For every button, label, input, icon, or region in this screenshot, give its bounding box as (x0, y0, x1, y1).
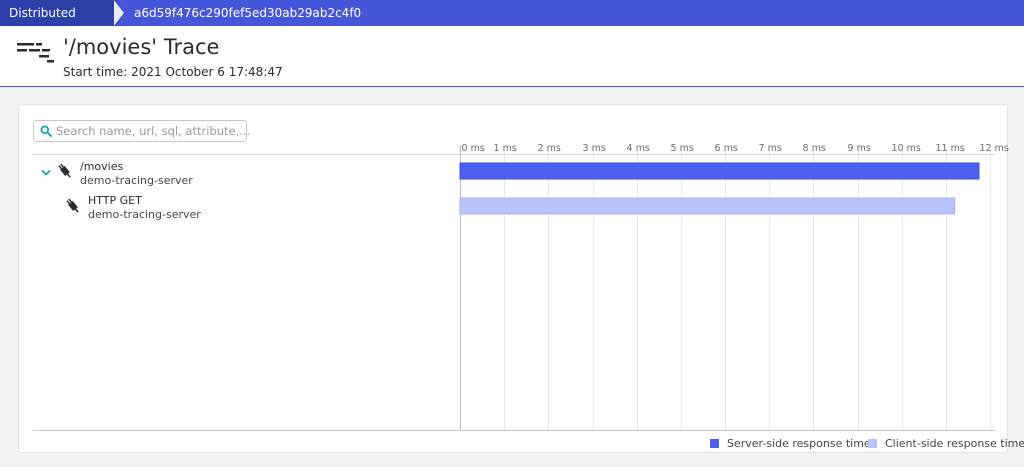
tick-label: 5 ms (671, 143, 694, 154)
tick-label: 9 ms (848, 143, 871, 154)
breadcrumb: Distributed traces a6d59f476c290fef5ed30… (0, 0, 1024, 46)
row-name[interactable]: HTTP GET (88, 194, 142, 207)
search-input[interactable]: Search name, url, sql, attribute,... (33, 120, 251, 142)
start-time: Start time: 2021 October 6 17:48:47 (63, 65, 283, 79)
tick-label: 7 ms (759, 143, 782, 154)
server-response-bar (459, 162, 980, 180)
service-plug-icon (66, 198, 79, 213)
breadcrumb-trace-id: a6d59f476c290fef5ed30ab29ab2c4f0 (134, 6, 362, 20)
tick-label: 6 ms (715, 143, 738, 154)
page-header: '/movies' Trace Start time: 2021 October… (0, 26, 1024, 87)
tick-label: 2 ms (538, 143, 561, 154)
row-service: demo-tracing-server (80, 174, 193, 187)
legend-server: Server-side response time (710, 437, 871, 450)
tick-label: 11 ms (936, 143, 965, 154)
tick-label: 4 ms (627, 143, 650, 154)
row-name[interactable]: /movies (80, 160, 123, 173)
page-title: '/movies' Trace (63, 35, 220, 59)
service-plug-icon (58, 163, 71, 178)
tick-label: 8 ms (803, 143, 826, 154)
breadcrumb-separator (114, 0, 124, 26)
legend-swatch-server (710, 439, 719, 448)
trace-waterfall-icon (17, 43, 54, 63)
row-service: demo-tracing-server (88, 208, 201, 221)
client-response-bar (459, 197, 956, 215)
chevron-down-icon[interactable] (41, 169, 51, 177)
trace-panel: 0 ms 1 ms 2 ms 3 ms 4 ms 5 ms 6 ms 7 ms 8 ms 9 ms… (18, 104, 1024, 453)
search-icon (40, 125, 52, 137)
legend-label: Server-side response time (727, 437, 871, 450)
legend-swatch-client (868, 439, 877, 448)
waterfall-chart: 0 ms 1 ms 2 ms 3 ms 4 ms 5 ms 6 ms 7 ms 8 ms 9 ms… (33, 143, 1009, 431)
legend-label: Client-side response time (885, 437, 1024, 450)
tick-label: 12 ms (980, 143, 1009, 154)
tick-label: 3 ms (583, 143, 606, 154)
breadcrumb-distributed-traces[interactable]: Distributed traces (0, 0, 124, 46)
tick-label: 0 ms (462, 143, 485, 154)
legend-client: Client-side response time (868, 437, 1024, 450)
search-placeholder: Search name, url, sql, attribute,... (56, 124, 251, 138)
tick-label: 10 ms (892, 143, 921, 154)
tick-label: 1 ms (494, 143, 517, 154)
